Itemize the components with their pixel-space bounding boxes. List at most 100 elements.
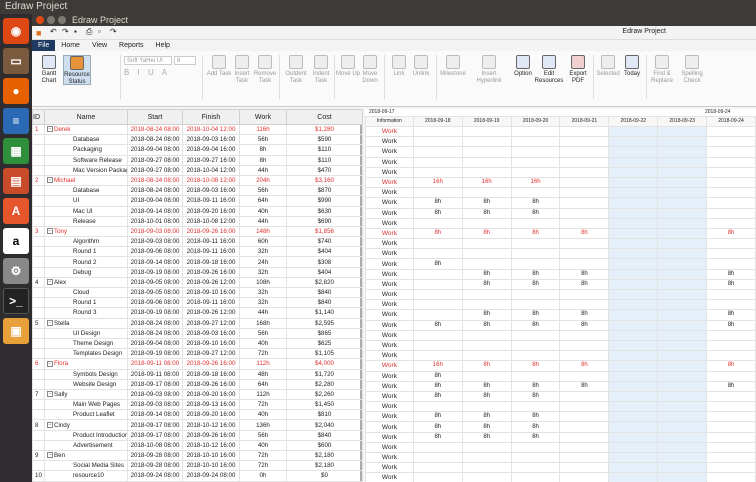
work-cell[interactable] <box>657 248 708 260</box>
table-row[interactable]: Templates Design 2018-09-19 08:00 2018-09-… <box>32 348 363 360</box>
row-id[interactable] <box>32 399 45 411</box>
work-cell[interactable] <box>706 166 756 178</box>
row-finish[interactable]: 2018-09-11 16:00 <box>182 246 240 258</box>
work-cell[interactable] <box>706 207 756 219</box>
work-cell[interactable] <box>559 176 610 189</box>
row-cost[interactable]: $308 <box>286 256 363 268</box>
maximize-icon[interactable] <box>58 16 66 24</box>
work-cell[interactable] <box>706 472 756 482</box>
row-work[interactable]: 56h <box>239 134 287 146</box>
work-cell[interactable]: 8h <box>461 411 512 423</box>
row-start[interactable]: 2018-09-28 08:00 <box>127 449 183 462</box>
indent-task-button[interactable]: Indent Task <box>307 55 335 85</box>
row-name[interactable]: Website Design <box>44 378 128 390</box>
work-cell[interactable]: 8h <box>510 227 561 240</box>
table-row[interactable]: Round 3 2018-09-19 08:00 2018-09-26 12:00 4… <box>32 307 363 319</box>
collapse-toggle-icon[interactable]: − <box>47 177 53 184</box>
row-cost[interactable]: $0 <box>286 470 363 482</box>
row-id[interactable] <box>32 460 45 472</box>
row-finish[interactable]: 2018-09-26 16:00 <box>182 225 240 238</box>
work-cell[interactable] <box>510 370 561 382</box>
work-cell[interactable] <box>657 197 708 209</box>
work-cell[interactable] <box>706 238 756 250</box>
row-id[interactable] <box>32 236 45 248</box>
work-cell[interactable] <box>461 441 512 454</box>
redo-more-icon[interactable]: ↷ <box>110 27 117 36</box>
work-cell[interactable] <box>412 187 463 199</box>
row-name[interactable]: Database <box>44 185 128 197</box>
row-id[interactable] <box>32 256 45 268</box>
files-icon[interactable]: ▭ <box>3 48 29 74</box>
work-cell[interactable] <box>412 309 463 321</box>
row-cost[interactable]: $2,180 <box>286 460 363 472</box>
row-id[interactable]: 9 <box>32 449 45 462</box>
row-work[interactable]: 44h <box>239 215 287 227</box>
work-cell[interactable]: 8h <box>706 380 756 392</box>
table-row[interactable]: UI 2018-09-04 08:00 2018-09-11 16:00 64h $99… <box>32 195 363 207</box>
work-cell[interactable] <box>461 472 512 482</box>
work-cell[interactable] <box>559 390 610 403</box>
work-cell[interactable] <box>608 390 659 403</box>
row-name[interactable]: Product Introduction <box>44 429 128 441</box>
work-cell[interactable] <box>412 268 463 280</box>
close-icon[interactable] <box>36 16 44 24</box>
row-name[interactable]: − Derek <box>44 123 128 136</box>
work-cell[interactable] <box>608 197 659 209</box>
work-cell[interactable] <box>461 238 512 250</box>
work-cell[interactable] <box>706 431 756 443</box>
col-id-header[interactable]: ID <box>32 109 45 125</box>
work-cell[interactable] <box>461 288 512 301</box>
row-finish[interactable]: 2018-09-27 12:00 <box>182 348 240 360</box>
work-cell[interactable] <box>608 339 659 352</box>
work-cell[interactable] <box>657 370 708 382</box>
work-cell[interactable]: 8h <box>706 319 756 331</box>
row-name[interactable]: − Alex <box>44 276 128 289</box>
work-cell[interactable]: 8h <box>412 411 463 423</box>
work-cell[interactable]: 8h <box>510 197 561 209</box>
work-cell[interactable] <box>657 350 708 362</box>
row-start[interactable]: 2018-09-03 08:00 <box>127 236 183 248</box>
work-cell[interactable] <box>657 125 708 138</box>
collapse-toggle-icon[interactable]: − <box>47 126 53 133</box>
row-finish[interactable]: 2018-09-10 16:00 <box>182 286 240 299</box>
table-row[interactable]: Database 2018-08-24 08:00 2018-09-03 16:00… <box>32 134 363 146</box>
work-cell[interactable] <box>412 350 463 362</box>
row-name[interactable]: Product Leaflet <box>44 409 128 421</box>
work-cell[interactable] <box>510 248 561 260</box>
row-cost[interactable]: $2,040 <box>286 419 363 431</box>
work-cell[interactable] <box>706 411 756 423</box>
work-cell[interactable] <box>608 401 659 413</box>
work-cell[interactable] <box>657 136 708 148</box>
work-cell[interactable] <box>657 156 708 168</box>
work-cell[interactable] <box>559 125 610 138</box>
row-finish[interactable]: 2018-10-10 16:00 <box>182 460 240 472</box>
work-cell[interactable] <box>657 227 708 240</box>
work-cell[interactable] <box>657 176 708 189</box>
redo-icon[interactable]: ↷ <box>62 27 69 36</box>
work-cell[interactable] <box>461 462 512 474</box>
work-cell[interactable] <box>608 462 659 474</box>
work-cell[interactable]: 8h <box>510 319 561 331</box>
work-cell[interactable] <box>559 166 610 178</box>
row-work[interactable]: 0h <box>239 470 287 482</box>
row-start[interactable]: 2018-09-05 08:00 <box>127 286 183 299</box>
work-cell[interactable]: 8h <box>461 319 512 331</box>
row-work[interactable]: 112h <box>239 358 287 370</box>
work-cell[interactable] <box>461 350 512 362</box>
work-cell[interactable] <box>510 329 561 341</box>
work-cell[interactable]: 8h <box>559 360 610 372</box>
work-cell[interactable]: 8h <box>461 227 512 240</box>
work-cell[interactable] <box>608 146 659 158</box>
table-row[interactable]: Database 2018-08-24 08:00 2018-09-03 16:00… <box>32 185 363 197</box>
work-cell[interactable] <box>510 125 561 138</box>
menu-reports[interactable]: Reports <box>113 40 150 51</box>
row-start[interactable]: 2018-09-06 08:00 <box>127 246 183 258</box>
row-start[interactable]: 2018-09-17 08:00 <box>127 419 183 431</box>
row-finish[interactable]: 2018-10-12 16:00 <box>182 419 240 431</box>
row-name[interactable]: Packaging <box>44 144 128 156</box>
work-cell[interactable] <box>412 329 463 341</box>
work-cell[interactable] <box>510 156 561 168</box>
row-start[interactable]: 2018-09-27 08:00 <box>127 164 183 176</box>
table-row[interactable]: 10 resource10 2018-09-24 08:00 2018-09-24 0… <box>32 470 363 482</box>
row-id[interactable]: 10 <box>32 470 45 482</box>
